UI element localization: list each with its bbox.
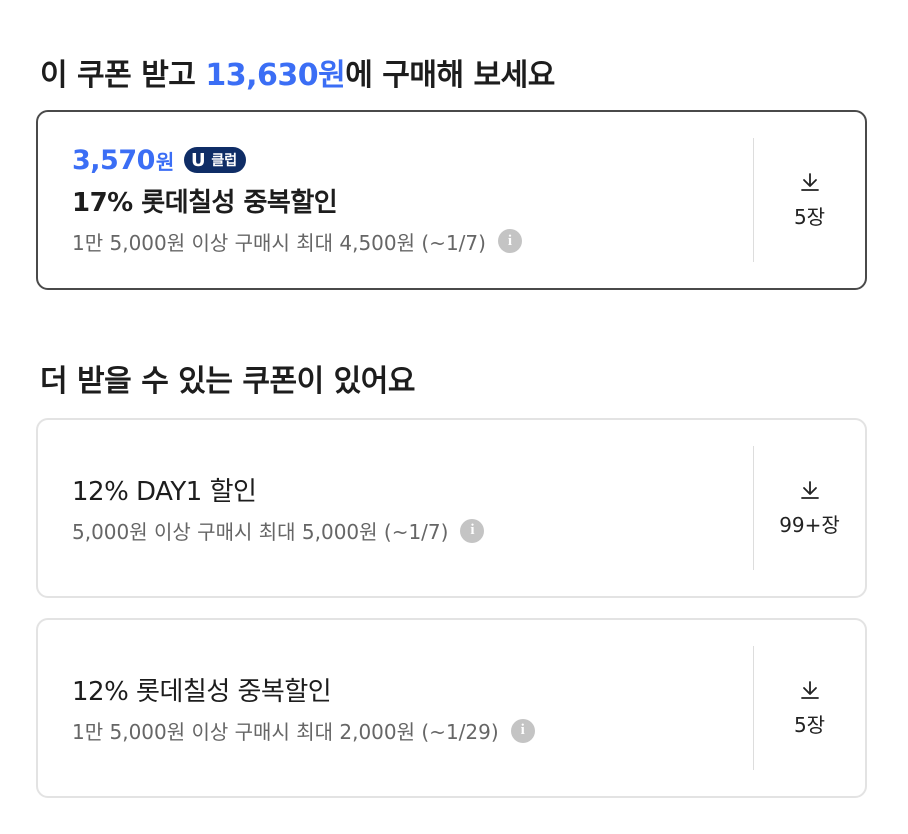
download-count: 5장 (793, 712, 826, 737)
coupon-condition: 1만 5,000원 이상 구매시 최대 4,500원 (~1/7) i (72, 227, 732, 256)
coupon-name: 17% 롯데칠성 중복할인 (72, 187, 338, 218)
title-suffix: 에 구매해 보세요 (345, 58, 555, 93)
coupon-condition: 1만 5,000원 이상 구매시 최대 2,000원 (~1/29) i (72, 716, 732, 745)
coupon-price-unit: 원 (155, 149, 175, 174)
coupon-condition: 5,000원 이상 구매시 최대 5,000원 (~1/7) i (72, 516, 732, 545)
coupon-download-button[interactable]: 5장 (754, 620, 865, 796)
info-icon[interactable]: i (460, 518, 485, 543)
uclub-badge-label: 클럽 (211, 153, 238, 169)
info-icon[interactable]: i (510, 718, 535, 743)
coupon-price-row: 3,570 원 U 클럽 (72, 145, 732, 176)
uclub-badge: U 클럽 (184, 147, 247, 173)
coupon-card-applied[interactable]: 3,570 원 U 클럽 17% 롯데칠성 중복할인 1만 5,000원 이상 … (36, 110, 867, 290)
download-icon (800, 172, 819, 191)
title-prefix: 이 쿠폰 받고 (40, 58, 206, 93)
coupon-price-amount: 3,570 (72, 144, 155, 176)
applied-coupon-title: 이 쿠폰 받고 13,630원에 구매해 보세요 (40, 50, 555, 94)
info-icon[interactable]: i (497, 229, 522, 253)
uclub-logo-icon: U (191, 149, 206, 171)
coupon-card[interactable]: 12% 롯데칠성 중복할인 1만 5,000원 이상 구매시 최대 2,000원… (36, 618, 867, 798)
download-count: 99+장 (779, 512, 840, 537)
coupon-card[interactable]: 12% DAY1 할인 5,000원 이상 구매시 최대 5,000원 (~1/… (36, 418, 867, 598)
coupon-info: 12% DAY1 할인 5,000원 이상 구매시 최대 5,000원 (~1/… (72, 420, 732, 596)
more-coupons-title: 더 받을 수 있는 쿠폰이 있어요 (40, 364, 415, 399)
coupon-download-button[interactable]: 99+장 (754, 420, 865, 596)
download-icon (800, 480, 819, 499)
download-count: 5장 (793, 204, 826, 229)
coupon-condition-text: 5,000원 이상 구매시 최대 5,000원 (~1/7) (72, 520, 449, 544)
coupon-info: 3,570 원 U 클럽 17% 롯데칠성 중복할인 1만 5,000원 이상 … (72, 112, 732, 288)
coupon-name: 12% DAY1 할인 (72, 477, 257, 507)
coupon-info: 12% 롯데칠성 중복할인 1만 5,000원 이상 구매시 최대 2,000원… (72, 620, 732, 796)
coupon-download-button[interactable]: 5장 (754, 112, 865, 288)
coupon-condition-text: 1만 5,000원 이상 구매시 최대 4,500원 (~1/7) (72, 230, 486, 255)
coupon-name: 12% 롯데칠성 중복할인 (72, 677, 332, 707)
download-icon (800, 680, 819, 699)
final-price: 13,630원 (205, 58, 346, 93)
coupon-condition-text: 1만 5,000원 이상 구매시 최대 2,000원 (~1/29) (72, 720, 499, 744)
